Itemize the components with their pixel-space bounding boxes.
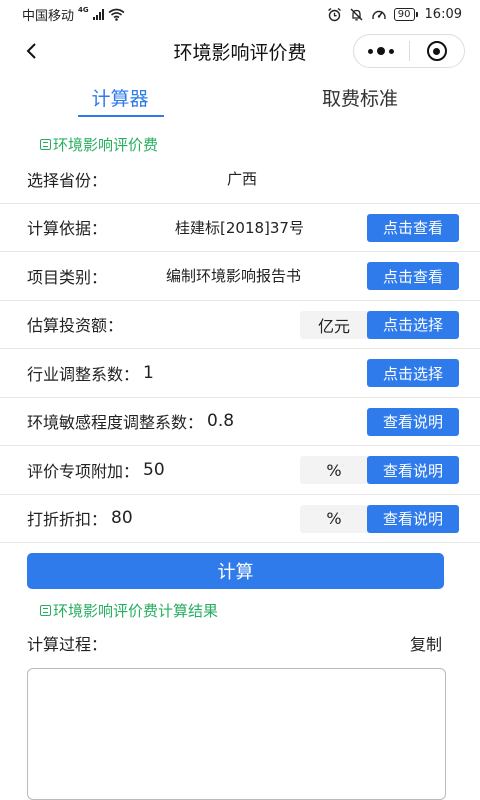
discount-row: 打折折扣： 80 % 查看说明 (0, 495, 480, 543)
more-dots-icon (368, 47, 395, 55)
sensitivity-info-button[interactable]: 查看说明 (367, 407, 459, 436)
industry-label: 行业调整系数： (27, 364, 140, 384)
sensitivity-label: 环境敏感程度调整系数： (27, 413, 204, 433)
basis-label: 计算依据： (27, 219, 108, 239)
province-row[interactable]: 选择省份： 广西 (0, 155, 480, 204)
industry-value: 1 (143, 362, 154, 383)
result-section-title: 环境影响评价费计算结果 (40, 600, 218, 621)
list-square-icon (40, 139, 51, 150)
mini-program-capsule (353, 34, 465, 68)
copy-button[interactable]: 复制 (410, 631, 442, 655)
select-investment-button[interactable]: 点击选择 (367, 310, 459, 339)
process-label: 计算过程： (27, 635, 108, 654)
special-row: 评价专项附加： 50 % 查看说明 (0, 446, 480, 495)
fee-form: 选择省份： 广西 计算依据： 桂建标[2018]37号 点击查看 项目类别： 编… (0, 155, 480, 543)
basis-value: 桂建标[2018]37号 (175, 218, 304, 237)
investment-unit: 亿元 (300, 310, 368, 339)
status-left: 中国移动 4G (22, 5, 125, 24)
battery-icon: 90 (393, 7, 418, 21)
basis-row: 计算依据： 桂建标[2018]37号 点击查看 (0, 204, 480, 252)
target-circle-icon (426, 41, 447, 61)
special-info-button[interactable]: 查看说明 (367, 456, 459, 484)
active-tab-indicator (78, 115, 164, 117)
view-category-button[interactable]: 点击查看 (367, 262, 459, 290)
view-basis-button[interactable]: 点击查看 (367, 213, 459, 242)
network-type: 4G (78, 6, 89, 14)
form-section-title: 环境影响评价费 (40, 134, 158, 155)
discount-unit: % (300, 504, 368, 533)
clock-time: 16:09 (424, 6, 462, 22)
industry-row: 行业调整系数： 1 点击选择 (0, 349, 480, 398)
speed-icon (372, 10, 386, 19)
battery-level: 90 (393, 7, 415, 21)
discount-info-button[interactable]: 查看说明 (367, 504, 459, 533)
discount-label: 打折折扣： (27, 510, 108, 530)
province-value[interactable]: 广西 (227, 168, 257, 189)
more-button[interactable] (354, 35, 409, 67)
form-section-title-text: 环境影响评价费 (53, 136, 159, 154)
alarm-icon (327, 7, 341, 21)
special-value[interactable]: 50 (143, 460, 165, 480)
investment-label: 估算投资额： (27, 316, 124, 336)
select-industry-button[interactable]: 点击选择 (367, 359, 459, 387)
status-right: 90 16:09 (327, 7, 462, 22)
special-unit: % (300, 456, 368, 484)
sensitivity-row: 环境敏感程度调整系数： 0.8 查看说明 (0, 398, 480, 446)
tab-bar: 计算器 取费标准 (0, 84, 480, 120)
category-value: 编制环境影响报告书 (166, 267, 302, 286)
category-row: 项目类别： 编制环境影响报告书 点击查看 (0, 252, 480, 301)
province-label: 选择省份： (27, 170, 108, 190)
process-textarea[interactable] (27, 668, 446, 800)
special-label: 评价专项附加： (27, 461, 140, 481)
tab-fee-standard[interactable]: 取费标准 (280, 84, 440, 111)
wifi-icon (108, 8, 125, 21)
discount-value[interactable]: 80 (111, 508, 133, 528)
navigation-bar: 环境影响评价费 (0, 28, 480, 74)
mute-bell-icon (350, 8, 363, 20)
tab-calculator[interactable]: 计算器 (40, 84, 200, 111)
status-bar: 中国移动 4G 90 16:09 (0, 0, 480, 28)
close-mini-program-button[interactable] (410, 35, 465, 67)
carrier-name: 中国移动 (22, 8, 75, 24)
sensitivity-value: 0.8 (207, 411, 235, 432)
list-square-icon (40, 605, 51, 616)
calculate-button[interactable]: 计算 (27, 553, 444, 589)
category-label: 项目类别： (27, 267, 108, 287)
signal-icon (92, 8, 104, 20)
investment-row: 估算投资额： 亿元 点击选择 (0, 301, 480, 349)
result-section-title-text: 环境影响评价费计算结果 (53, 602, 219, 620)
